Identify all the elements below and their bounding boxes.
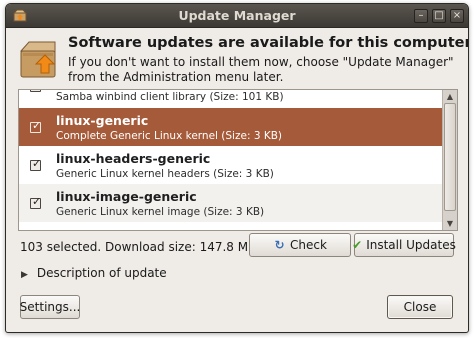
update-description: Generic Linux kernel headers (Size: 3 KB… — [56, 168, 274, 180]
check-button-label: Check — [290, 238, 327, 252]
updates-list-rows: ✓ Samba winbind client library (Size: 10… — [19, 90, 443, 230]
description-expander[interactable]: ▶ Description of update — [21, 266, 167, 280]
maximize-icon: □ — [434, 10, 444, 21]
close-button-label: Close — [403, 300, 437, 314]
install-updates-button[interactable]: ✔ Install Updates — [352, 233, 456, 257]
settings-button[interactable]: Settings... — [20, 295, 80, 319]
titlebar[interactable]: Update Manager – □ × — [6, 4, 468, 28]
close-icon: × — [452, 10, 462, 21]
update-manager-window: Update Manager – □ × Software updates ar… — [5, 3, 469, 333]
update-name: linux-headers-generic — [56, 151, 211, 166]
check-mark-icon: ✓ — [32, 157, 42, 170]
download-summary: 103 selected. Download size: 147.8 MB — [20, 240, 257, 254]
update-description: Generic Linux kernel image (Size: 3 KB) — [56, 206, 265, 218]
page-title: Software updates are available for this … — [68, 35, 469, 51]
expander-label: Description of update — [36, 266, 167, 280]
minimize-button[interactable]: – — [414, 9, 428, 23]
update-name: linux-generic — [56, 113, 149, 128]
checkmark-icon: ✔ — [352, 237, 363, 252]
scroll-up-arrow-icon[interactable]: ▲ — [443, 90, 457, 103]
package-update-icon — [19, 41, 56, 78]
minimize-icon: – — [418, 10, 424, 21]
maximize-button[interactable]: □ — [432, 9, 446, 23]
update-name: linux-image-generic — [56, 189, 197, 204]
close-button[interactable]: Close — [387, 295, 453, 319]
expander-arrow-icon: ▶ — [21, 270, 28, 280]
update-row-samba-winbind[interactable]: ✓ Samba winbind client library (Size: 10… — [19, 90, 443, 103]
update-checkbox[interactable]: ✓ — [30, 119, 42, 133]
update-checkbox[interactable]: ✓ — [30, 157, 42, 171]
scrollbar-thumb[interactable] — [444, 103, 456, 211]
scroll-down-arrow-icon[interactable]: ▼ — [443, 217, 457, 230]
check-mark-icon: ✓ — [32, 195, 42, 208]
close-window-button[interactable]: × — [450, 9, 464, 23]
update-row-linux-generic[interactable]: ✓ linux-generic Complete Generic Linux k… — [19, 108, 443, 146]
update-description: Samba winbind client library (Size: 101 … — [56, 91, 284, 103]
page-description: If you don't want to install them now, c… — [68, 55, 454, 84]
updates-list[interactable]: ✓ Samba winbind client library (Size: 10… — [18, 89, 458, 231]
check-button[interactable]: ↻ Check — [249, 233, 351, 257]
install-updates-label: Install Updates — [366, 238, 456, 252]
update-description: Complete Generic Linux kernel (Size: 3 K… — [56, 130, 283, 142]
updates-scrollbar[interactable]: ▲ ▼ — [442, 90, 457, 230]
update-row-linux-image-generic[interactable]: ✓ linux-image-generic Generic Linux kern… — [19, 184, 443, 222]
window-title: Update Manager — [178, 8, 296, 23]
update-checkbox[interactable]: ✓ — [30, 195, 42, 209]
settings-button-label: Settings... — [19, 300, 81, 314]
update-row-linux-headers-generic[interactable]: ✓ linux-headers-generic Generic Linux ke… — [19, 146, 443, 184]
check-mark-icon: ✓ — [32, 119, 42, 132]
refresh-icon: ↻ — [274, 237, 285, 252]
update-checkbox[interactable]: ✓ — [30, 90, 41, 92]
